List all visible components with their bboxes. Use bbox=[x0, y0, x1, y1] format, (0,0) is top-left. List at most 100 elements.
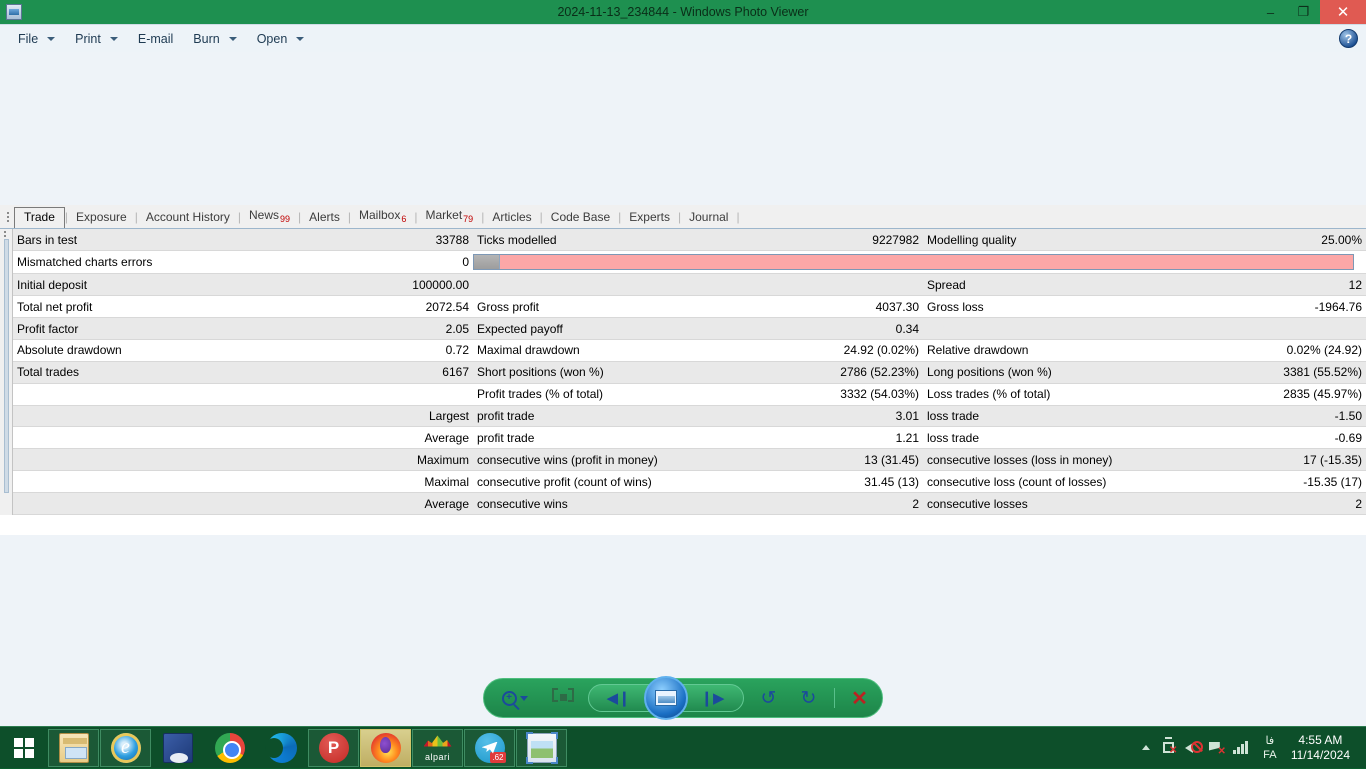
cell-label3: consecutive losses (loss in money) bbox=[923, 449, 1273, 471]
cell-label: Initial deposit bbox=[13, 274, 393, 296]
cell-value3: 17 (-15.35) bbox=[1273, 449, 1366, 471]
table-row[interactable]: Maximal consecutive profit (count of win… bbox=[13, 471, 1366, 493]
cell-value3: 2 bbox=[1273, 493, 1366, 515]
table-row[interactable]: Average consecutive wins 2 consecutive l… bbox=[13, 493, 1366, 515]
menu-item-email[interactable]: E-mail bbox=[128, 28, 183, 50]
tab-label: Code Base bbox=[551, 210, 610, 224]
toolbar-divider bbox=[834, 688, 835, 708]
taskbar-item-alpari[interactable]: alpari bbox=[412, 729, 463, 767]
taskbar-item-internet-explorer[interactable] bbox=[100, 729, 151, 767]
tab-label: Journal bbox=[689, 210, 728, 224]
table-row[interactable]: Total net profit 2072.54 Gross profit 40… bbox=[13, 296, 1366, 318]
next-icon: ❙▶ bbox=[700, 689, 724, 707]
cell-label3: Spread bbox=[923, 274, 1273, 296]
tab-label: Experts bbox=[629, 210, 670, 224]
delete-button[interactable]: ✕ bbox=[845, 685, 875, 711]
menu-item-open[interactable]: Open bbox=[247, 28, 315, 50]
tab-articles[interactable]: Articles bbox=[484, 207, 539, 228]
menu-label: Print bbox=[75, 32, 101, 46]
taskbar-item-microsoft-edge[interactable] bbox=[256, 729, 307, 767]
chevron-down-icon bbox=[296, 37, 304, 41]
cell-value3: -1.50 bbox=[1273, 405, 1366, 427]
table-row[interactable]: Profit trades (% of total) 3332 (54.03%)… bbox=[13, 383, 1366, 405]
cell-label2 bbox=[473, 274, 833, 296]
image-viewport: Trade | Exposure | Account History | New… bbox=[0, 52, 1366, 726]
tab-code-base[interactable]: Code Base bbox=[543, 207, 618, 228]
cell-value3: -1964.76 bbox=[1273, 296, 1366, 318]
tab-account-history[interactable]: Account History bbox=[138, 207, 238, 228]
taskbar-item-photo-viewer[interactable] bbox=[516, 729, 567, 767]
rotate-clockwise-button[interactable]: ↻ bbox=[794, 685, 824, 711]
battery-icon[interactable]: ✕ bbox=[1157, 727, 1181, 769]
tab-alerts[interactable]: Alerts bbox=[301, 207, 348, 228]
tab-news[interactable]: News99 bbox=[241, 205, 298, 228]
cell-value2: 3.01 bbox=[833, 405, 923, 427]
actual-size-icon bbox=[551, 688, 575, 708]
tab-badge: 6 bbox=[401, 214, 406, 224]
table-row[interactable]: Largest profit trade 3.01 loss trade -1.… bbox=[13, 405, 1366, 427]
tab-strip-grip[interactable] bbox=[4, 208, 12, 226]
title-bar: 2024-11-13_234844 - Windows Photo Viewer… bbox=[0, 0, 1366, 24]
table-row[interactable]: Absolute drawdown 0.72 Maximal drawdown … bbox=[13, 339, 1366, 361]
chevron-down-icon bbox=[47, 37, 55, 41]
cell-label3: Modelling quality bbox=[923, 229, 1273, 251]
rotate-counterclockwise-button[interactable]: ↺ bbox=[754, 685, 784, 711]
taskbar-item-java-app[interactable] bbox=[152, 729, 203, 767]
menu-item-print[interactable]: Print bbox=[65, 28, 128, 50]
tab-experts[interactable]: Experts bbox=[621, 207, 678, 228]
table-row-modelling-quality[interactable]: Mismatched charts errors 0 bbox=[13, 251, 1366, 274]
strategy-tester-report: Bars in test 33788 Ticks modelled 922798… bbox=[0, 228, 1366, 515]
cell-value2: 4037.30 bbox=[833, 296, 923, 318]
volume-muted-icon[interactable] bbox=[1181, 727, 1205, 769]
taskbar-item-p-app[interactable] bbox=[308, 729, 359, 767]
tab-trade[interactable]: Trade bbox=[14, 207, 65, 229]
taskbar-item-file-explorer[interactable] bbox=[48, 729, 99, 767]
cell-label3: Loss trades (% of total) bbox=[923, 383, 1273, 405]
play-slideshow-button[interactable] bbox=[644, 676, 688, 720]
displayed-image: Trade | Exposure | Account History | New… bbox=[0, 205, 1366, 535]
cell-value: Maximal bbox=[393, 471, 473, 493]
tab-badge: 99 bbox=[280, 214, 290, 224]
network-icon[interactable]: ✕ bbox=[1205, 727, 1229, 769]
taskbar-item-telegram[interactable]: .62 bbox=[464, 729, 515, 767]
scroll-rail[interactable] bbox=[4, 239, 9, 493]
show-hidden-icons-button[interactable] bbox=[1135, 745, 1157, 750]
tab-journal[interactable]: Journal bbox=[681, 207, 736, 228]
menu-bar: File Print E-mail Burn Open ? bbox=[0, 24, 1366, 52]
table-row[interactable]: Bars in test 33788 Ticks modelled 922798… bbox=[13, 229, 1366, 251]
actual-size-button[interactable] bbox=[548, 685, 578, 711]
menu-label: File bbox=[18, 32, 38, 46]
report-gutter[interactable] bbox=[0, 229, 13, 515]
cell-value: 2.05 bbox=[393, 318, 473, 340]
tab-exposure[interactable]: Exposure bbox=[68, 207, 135, 228]
next-image-button[interactable]: ❙▶ bbox=[682, 684, 744, 712]
help-icon[interactable]: ? bbox=[1339, 29, 1358, 48]
previous-image-button[interactable]: ◀❙ bbox=[588, 684, 650, 712]
cell-label: Profit factor bbox=[13, 318, 393, 340]
cell-label2: Maximal drawdown bbox=[473, 339, 833, 361]
zoom-button[interactable]: + bbox=[492, 685, 538, 711]
taskbar-item-google-chrome[interactable] bbox=[204, 729, 255, 767]
menu-item-file[interactable]: File bbox=[8, 28, 65, 50]
language-indicator[interactable]: فا FA bbox=[1253, 734, 1287, 762]
quality-bar-pink-segment bbox=[500, 255, 1353, 269]
tab-market[interactable]: Market79 bbox=[417, 205, 481, 228]
table-row[interactable]: Total trades 6167 Short positions (won %… bbox=[13, 361, 1366, 383]
table-row[interactable]: Maximum consecutive wins (profit in mone… bbox=[13, 449, 1366, 471]
table-row[interactable]: Initial deposit 100000.00 Spread 12 bbox=[13, 274, 1366, 296]
signal-icon[interactable] bbox=[1229, 727, 1253, 769]
modelling-quality-bar bbox=[473, 254, 1354, 270]
table-row[interactable]: Profit factor 2.05 Expected payoff 0.34 bbox=[13, 318, 1366, 340]
cell-value3 bbox=[1273, 318, 1366, 340]
table-row[interactable]: Average profit trade 1.21 loss trade -0.… bbox=[13, 427, 1366, 449]
cell-value3: -15.35 (17) bbox=[1273, 471, 1366, 493]
tab-mailbox[interactable]: Mailbox6 bbox=[351, 205, 414, 228]
cell-label: Total net profit bbox=[13, 296, 393, 318]
cell-label2: Expected payoff bbox=[473, 318, 833, 340]
menu-item-burn[interactable]: Burn bbox=[183, 28, 246, 50]
taskbar-item-firefox[interactable] bbox=[360, 729, 411, 767]
system-tray: ✕ ✕ فا FA 4:55 AM 11/14/2024 bbox=[1135, 727, 1366, 769]
start-button[interactable] bbox=[0, 727, 48, 769]
clock[interactable]: 4:55 AM 11/14/2024 bbox=[1287, 733, 1360, 763]
cell-value3: 2835 (45.97%) bbox=[1273, 383, 1366, 405]
